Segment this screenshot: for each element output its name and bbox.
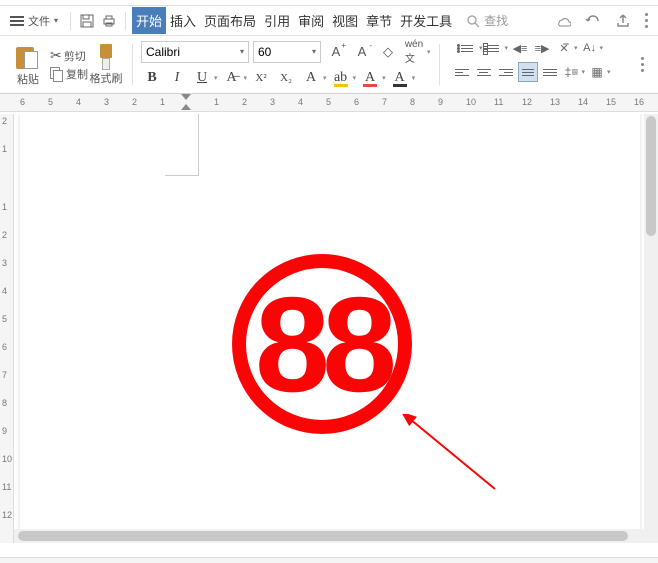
brush-icon bbox=[97, 44, 115, 70]
cut-button[interactable]: ✂剪切 bbox=[50, 48, 88, 64]
sort-button[interactable]: A↓ bbox=[580, 38, 600, 58]
paste-button[interactable]: 粘贴 bbox=[10, 39, 46, 91]
clear-format-button[interactable]: ◇ bbox=[377, 41, 399, 63]
horizontal-ruler[interactable]: 65432112345678910111213141516 bbox=[0, 94, 658, 112]
char-shading-button[interactable]: A bbox=[389, 67, 411, 89]
number-list-button[interactable] bbox=[485, 38, 505, 58]
tab-5[interactable]: 视图 bbox=[328, 7, 362, 34]
format-painter-button[interactable]: 格式刷 bbox=[88, 44, 124, 86]
tab-2[interactable]: 页面布局 bbox=[200, 7, 260, 34]
save-button[interactable] bbox=[77, 11, 97, 31]
ribbon: 粘贴 ✂剪切 复制 格式刷 Calibri▾ 60▾ A+ A- ◇ wén文▾… bbox=[0, 36, 658, 94]
font-name-select[interactable]: Calibri▾ bbox=[141, 41, 249, 63]
ltr-button[interactable]: ✕̅ bbox=[554, 38, 574, 58]
align-right-button[interactable] bbox=[496, 62, 516, 82]
annotation-arrow-icon bbox=[400, 414, 500, 494]
phonetic-guide-button[interactable]: wén文 bbox=[403, 41, 425, 63]
tab-3[interactable]: 引用 bbox=[260, 7, 294, 34]
tab-1[interactable]: 插入 bbox=[166, 7, 200, 34]
tab-0[interactable]: 开始 bbox=[132, 7, 166, 34]
search-placeholder: 查找 bbox=[484, 12, 508, 29]
font-size-select[interactable]: 60▾ bbox=[253, 41, 321, 63]
vertical-ruler[interactable]: 21123456789101112 bbox=[0, 114, 14, 543]
increase-indent-button[interactable]: ≡▶ bbox=[532, 38, 552, 58]
strikethrough-button[interactable]: A̶ bbox=[221, 67, 243, 89]
shading-button[interactable]: ▦ bbox=[587, 62, 607, 82]
line-spacing-button[interactable]: ‡≡ bbox=[562, 62, 582, 82]
share-icon[interactable] bbox=[615, 13, 631, 29]
increase-font-button[interactable]: A+ bbox=[325, 41, 347, 63]
italic-button[interactable]: I bbox=[166, 67, 188, 89]
copy-icon bbox=[50, 67, 64, 81]
align-justify-button[interactable] bbox=[518, 62, 538, 82]
cloud-icon[interactable] bbox=[555, 13, 571, 29]
scrollbar-thumb[interactable] bbox=[18, 531, 628, 541]
search-box[interactable]: 查找 bbox=[466, 12, 508, 29]
hamburger-icon bbox=[10, 16, 24, 26]
subscript-button[interactable]: X₂ bbox=[275, 67, 297, 89]
chevron-down-icon: ▾ bbox=[54, 16, 58, 25]
horizontal-scrollbar[interactable] bbox=[14, 529, 658, 543]
decrease-indent-button[interactable]: ◀≡ bbox=[510, 38, 530, 58]
copy-button[interactable]: 复制 bbox=[50, 66, 88, 82]
tab-7[interactable]: 开发工具 bbox=[396, 7, 456, 34]
enclosed-text: 88 bbox=[232, 254, 412, 434]
font-color-button[interactable]: A bbox=[359, 67, 381, 89]
tab-4[interactable]: 审阅 bbox=[294, 7, 328, 34]
bullet-list-button[interactable] bbox=[459, 38, 479, 58]
vertical-scrollbar[interactable] bbox=[644, 114, 658, 543]
align-distribute-button[interactable] bbox=[540, 62, 560, 82]
menu-bar: 文件 ▾ 开始插入页面布局引用审阅视图章节开发工具 查找 bbox=[0, 6, 658, 36]
superscript-button[interactable]: X² bbox=[250, 67, 272, 89]
highlight-button[interactable]: ab bbox=[330, 67, 352, 89]
paste-label: 粘贴 bbox=[17, 71, 39, 87]
status-bar bbox=[0, 557, 658, 563]
underline-button[interactable]: U bbox=[191, 67, 213, 89]
margin-mark-icon bbox=[165, 114, 199, 176]
enclosed-character[interactable]: 88 bbox=[232, 254, 412, 434]
scrollbar-thumb[interactable] bbox=[646, 116, 656, 236]
scissors-icon: ✂ bbox=[50, 47, 62, 64]
bold-button[interactable]: B bbox=[141, 67, 163, 89]
text-effects-button[interactable]: A bbox=[300, 67, 322, 89]
align-center-button[interactable] bbox=[474, 62, 494, 82]
paste-icon bbox=[16, 43, 40, 71]
search-icon bbox=[466, 14, 480, 28]
format-painter-label: 格式刷 bbox=[90, 70, 123, 86]
document-area[interactable]: 88 bbox=[14, 114, 658, 543]
more-menu[interactable] bbox=[645, 13, 648, 28]
undo-icon[interactable] bbox=[585, 13, 601, 29]
print-button[interactable] bbox=[99, 11, 119, 31]
ribbon-more-button[interactable] bbox=[633, 57, 652, 72]
align-left-button[interactable] bbox=[452, 62, 472, 82]
file-menu[interactable]: 文件 ▾ bbox=[4, 11, 64, 31]
file-label: 文件 bbox=[28, 13, 50, 29]
tab-6[interactable]: 章节 bbox=[362, 7, 396, 34]
decrease-font-button[interactable]: A- bbox=[351, 41, 373, 63]
page: 88 bbox=[20, 114, 640, 543]
